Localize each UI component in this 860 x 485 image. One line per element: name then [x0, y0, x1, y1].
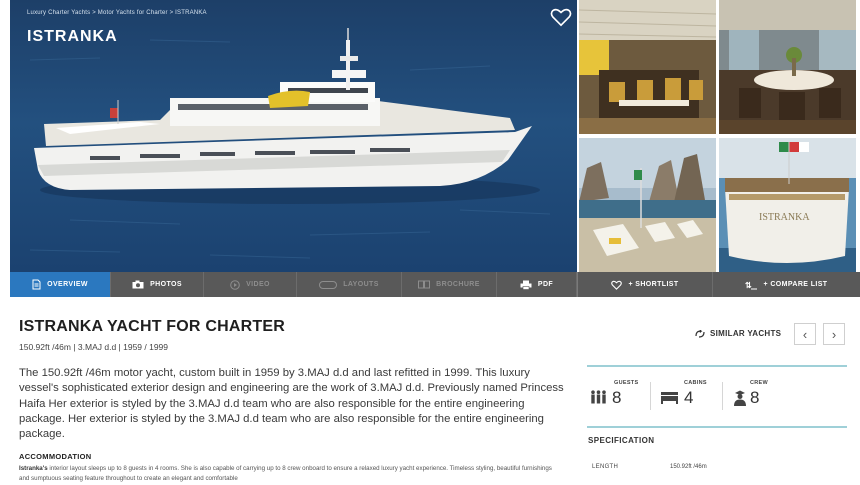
- previous-yacht-button[interactable]: ‹: [794, 323, 816, 345]
- crew-value: 8: [750, 388, 760, 407]
- guests-icon: [591, 390, 606, 404]
- thumbnail-stern[interactable]: ISTRANKA: [719, 138, 856, 272]
- tab-pdf-label: PDF: [537, 281, 554, 288]
- heart-icon[interactable]: [550, 7, 572, 27]
- heart-icon: [611, 280, 623, 290]
- guests-value: 8: [612, 388, 622, 407]
- crew-label: CREW: [750, 380, 769, 386]
- hero: Luxury Charter Yachts > Motor Yachts for…: [10, 0, 860, 272]
- book-icon: [418, 280, 431, 289]
- layout-icon: [319, 280, 338, 289]
- document-icon: [32, 279, 41, 290]
- tab-overview[interactable]: OVERVIEW: [10, 272, 111, 297]
- similar-yachts-link[interactable]: SIMILAR YACHTS: [695, 329, 781, 338]
- play-icon: [230, 279, 240, 290]
- compare-list-button[interactable]: ⇅ + COMPARE LIST: [713, 272, 860, 297]
- spec-length-label: LENGTH: [592, 464, 619, 470]
- compare-icon: ⇅: [745, 281, 758, 290]
- stats-divider-bottom: [587, 426, 847, 428]
- shortlist-button[interactable]: + SHORTLIST: [577, 272, 713, 297]
- stat-crew: CREW 8: [730, 378, 810, 414]
- guests-label: GUESTS: [614, 380, 639, 386]
- thumbnail-aft-salon[interactable]: [719, 0, 856, 134]
- tab-photos-label: PHOTOS: [150, 281, 182, 288]
- tab-layouts[interactable]: LAYOUTS: [297, 272, 402, 297]
- yacht-stats: GUESTS 8 CABINS 4 CREW 8: [588, 378, 848, 414]
- cabins-value: 4: [684, 388, 694, 407]
- yacht-description: The 150.92ft /46m motor yacht, custom bu…: [19, 367, 564, 441]
- camera-icon: [132, 280, 144, 289]
- cabins-icon: [661, 392, 678, 404]
- next-yacht-button[interactable]: ›: [823, 323, 845, 345]
- printer-icon: [520, 280, 532, 290]
- accommodation-yacht-name: Istranka's: [19, 465, 48, 472]
- svg-text:ISTRANKA: ISTRANKA: [759, 212, 810, 223]
- tab-brochure[interactable]: BROCHURE: [402, 272, 497, 297]
- thumbnail-deck-dining[interactable]: [579, 0, 716, 134]
- photo-thumbnails: ISTRANKA: [577, 0, 860, 272]
- accommodation-body: interior layout sleeps up to 8 guests in…: [19, 465, 552, 482]
- compare-list-label: + COMPARE LIST: [763, 281, 828, 288]
- stat-guests: GUESTS 8: [588, 378, 650, 414]
- similar-icon: [695, 329, 705, 338]
- stat-cabins: CABINS 4: [658, 378, 732, 414]
- tab-overview-label: OVERVIEW: [47, 281, 88, 288]
- stat-separator: [722, 382, 723, 410]
- tab-photos[interactable]: PHOTOS: [111, 272, 204, 297]
- cabins-label: CABINS: [684, 380, 707, 386]
- media-toolbar: OVERVIEW PHOTOS VIDEO LAYOUTS BROCHURE P…: [10, 272, 860, 297]
- crew-icon: [734, 390, 746, 406]
- specification-heading: SPECIFICATION: [588, 436, 655, 445]
- breadcrumb[interactable]: Luxury Charter Yachts > Motor Yachts for…: [27, 10, 207, 16]
- hero-main-image[interactable]: Luxury Charter Yachts > Motor Yachts for…: [10, 0, 577, 272]
- tab-pdf[interactable]: PDF: [497, 272, 577, 297]
- tab-video-label: VIDEO: [246, 281, 270, 288]
- stats-divider-top: [587, 365, 847, 367]
- spec-row-length: LENGTH 150.92ft /46m: [588, 460, 848, 476]
- stat-separator: [650, 382, 651, 410]
- hero-title: ISTRANKA: [27, 28, 118, 45]
- shortlist-label: + SHORTLIST: [628, 281, 679, 288]
- similar-yachts-label: SIMILAR YACHTS: [710, 329, 782, 338]
- yacht-summary: 150.92ft /46m | 3.MAJ d.d | 1959 / 1999: [19, 342, 169, 352]
- page-title: ISTRANKA YACHT FOR CHARTER: [19, 318, 285, 335]
- spec-length-value: 150.92ft /46m: [670, 464, 707, 470]
- tab-layouts-label: LAYOUTS: [343, 281, 379, 288]
- accommodation-text: Istranka's interior layout sleeps up to …: [19, 464, 559, 484]
- tab-video[interactable]: VIDEO: [204, 272, 297, 297]
- accommodation-heading: ACCOMMODATION: [19, 452, 92, 461]
- thumbnail-sundeck-rocks[interactable]: [579, 138, 716, 272]
- tab-brochure-label: BROCHURE: [436, 281, 480, 288]
